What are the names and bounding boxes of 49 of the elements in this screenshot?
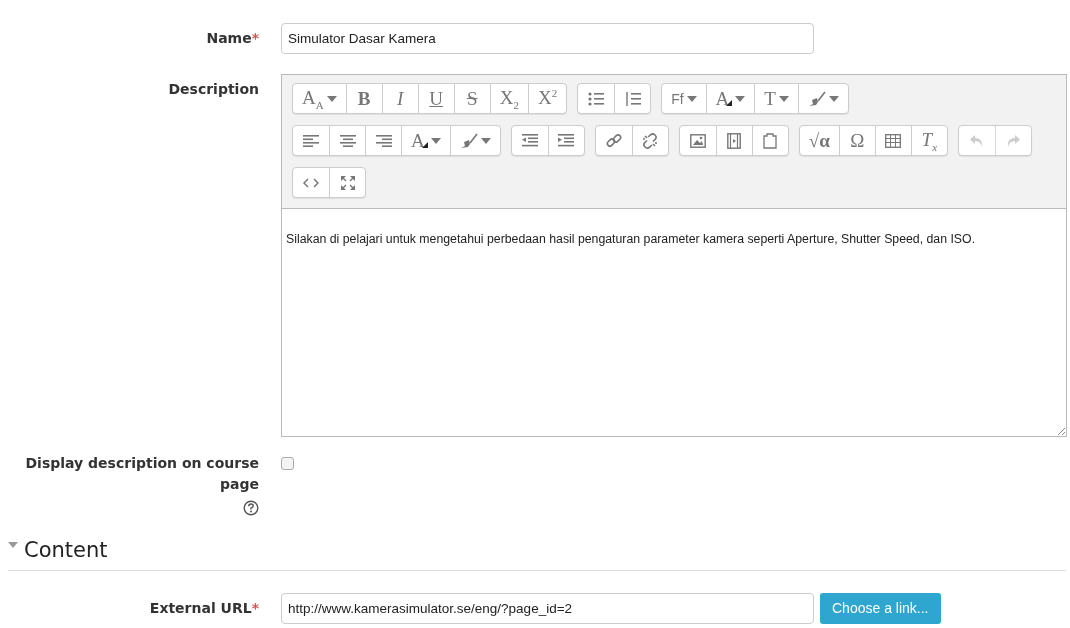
outdent-icon [521,134,538,147]
format-button[interactable]: S [453,84,490,113]
format-button[interactable]: I [381,84,418,113]
align-left-icon [303,134,319,147]
editor-area[interactable]: Silakan di pelajari untuk mengetahui perbedaan hasil pengaturan parameter kamera seperti Aperture, Shutter Speed, dan ISO. [282,209,1066,436]
expand-icon[interactable] [8,542,18,548]
format-button[interactable]: Ω [838,126,875,155]
format-button[interactable]: T [754,84,798,113]
field-label: Description [168,80,259,99]
section-heading[interactable]: Content [24,538,108,562]
clipboard-icon [763,132,778,149]
highlighter-icon [807,90,826,107]
field-label: Name [206,30,252,46]
format-button[interactable]: Ff [662,84,706,113]
font-color-button[interactable]: A [401,126,450,155]
format-button[interactable]: B [345,84,382,113]
undo-icon [969,134,984,147]
fullscreen-icon [340,175,355,190]
required-mark: * [251,30,259,46]
film-icon [727,132,742,149]
table-icon [885,133,902,148]
link-icon [605,132,622,149]
description-text: Silakan di pelajari untuk mengetahui perbedaan hasil pengaturan parameter kamera seperti Aperture, Shutter Speed, dan ISO. [286,232,976,246]
format-button[interactable]: X$_{2}$ [489,84,528,113]
image-icon [689,133,706,148]
choose-link-button[interactable]: Choose a link... [820,593,941,624]
font-color-button[interactable]: A [705,84,755,113]
format-button[interactable]: T$_{x}$ [910,126,947,155]
align-right-icon [375,134,392,147]
redo-icon [1006,134,1021,147]
help-icon[interactable] [243,500,259,516]
indent-icon [558,134,575,147]
code-icon [303,177,319,188]
highlighter-icon [459,132,478,149]
field-label: External URL [149,600,252,616]
align-center-icon [339,134,356,147]
format-button[interactable]: X$^{2}$ [527,84,567,113]
format-button[interactable]: √α [799,126,839,155]
text-field[interactable]: Simulator Dasar Kamera [281,23,814,54]
field-label: Display description on course page [24,454,259,494]
checkbox[interactable] [281,457,294,470]
required-mark: * [251,600,259,616]
resize-handle[interactable] [1057,427,1065,435]
format-button[interactable]: A$_{A}$ [293,84,346,113]
url-field[interactable]: http://www.kamerasimulator.se/eng/?page_id=2 [281,593,814,624]
format-button[interactable]: U [417,84,454,113]
list-numbers-icon [624,91,641,106]
list-bullets-icon [588,91,605,106]
unlink-icon [642,132,659,149]
